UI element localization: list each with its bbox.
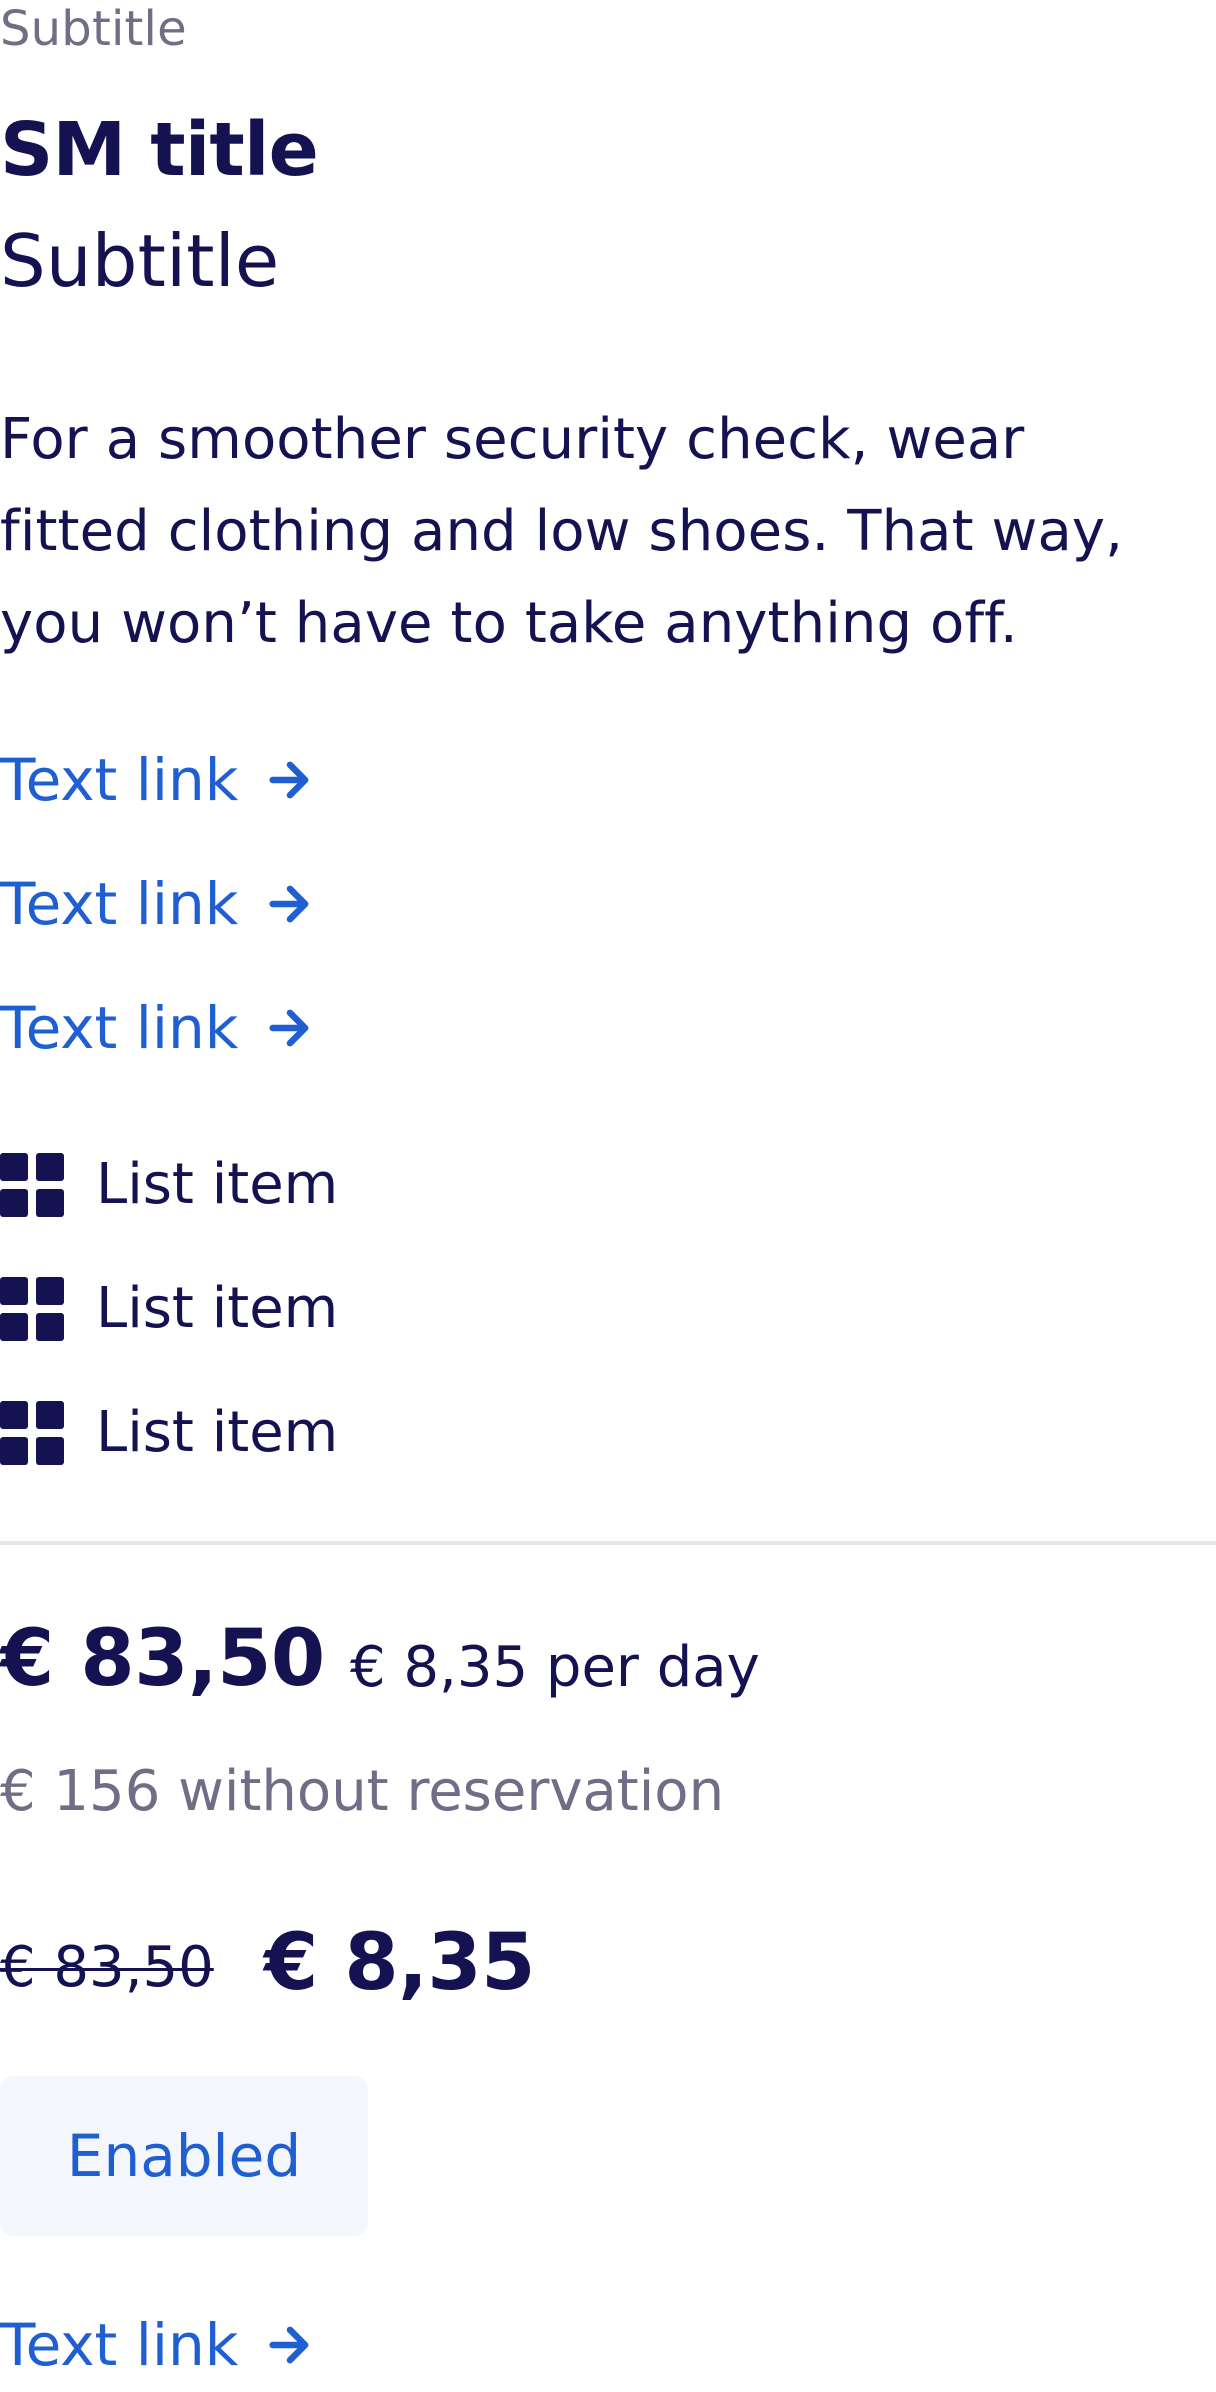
price-per-day: € 8,35 per day (350, 1635, 760, 1700)
list-item-label: List item (96, 1152, 339, 1217)
list-item-label: List item (96, 1276, 339, 1341)
list-item: List item (0, 1153, 338, 1217)
arrow-right-icon (269, 761, 309, 799)
arrow-right-icon (269, 2326, 309, 2364)
grid-icon (0, 1153, 64, 1217)
text-link-label: Text link (0, 2311, 239, 2379)
subtitle: Subtitle (0, 219, 280, 303)
text-link-2[interactable]: Text link (0, 875, 316, 933)
text-link-label: Text link (0, 994, 239, 1062)
list-item: List item (0, 1277, 338, 1341)
grid-icon (0, 1277, 64, 1341)
text-link-label: Text link (0, 870, 239, 938)
text-link-label: Text link (0, 746, 239, 814)
old-price-strikethrough: € 83,50 (0, 1935, 214, 2000)
sm-title: SM title (0, 107, 319, 193)
new-price: € 8,35 (264, 1918, 535, 2008)
price-without-reservation: € 156 without reservation (0, 1759, 725, 1824)
list-item: List item (0, 1401, 338, 1465)
current-price: € 83,50 (0, 1614, 325, 1704)
enabled-button[interactable]: Enabled (0, 2076, 368, 2236)
arrow-right-icon (269, 1009, 309, 1047)
eyebrow-subtitle: Subtitle (0, 1, 187, 57)
list-item-label: List item (96, 1400, 339, 1465)
text-link-1[interactable]: Text link (0, 751, 316, 809)
divider (0, 1541, 1216, 1545)
body-copy: For a smoother security check, wear fitt… (0, 407, 1124, 656)
text-link-3[interactable]: Text link (0, 999, 316, 1057)
bottom-text-link[interactable]: Text link (0, 2316, 316, 2374)
grid-icon (0, 1401, 64, 1465)
arrow-right-icon (269, 885, 309, 923)
